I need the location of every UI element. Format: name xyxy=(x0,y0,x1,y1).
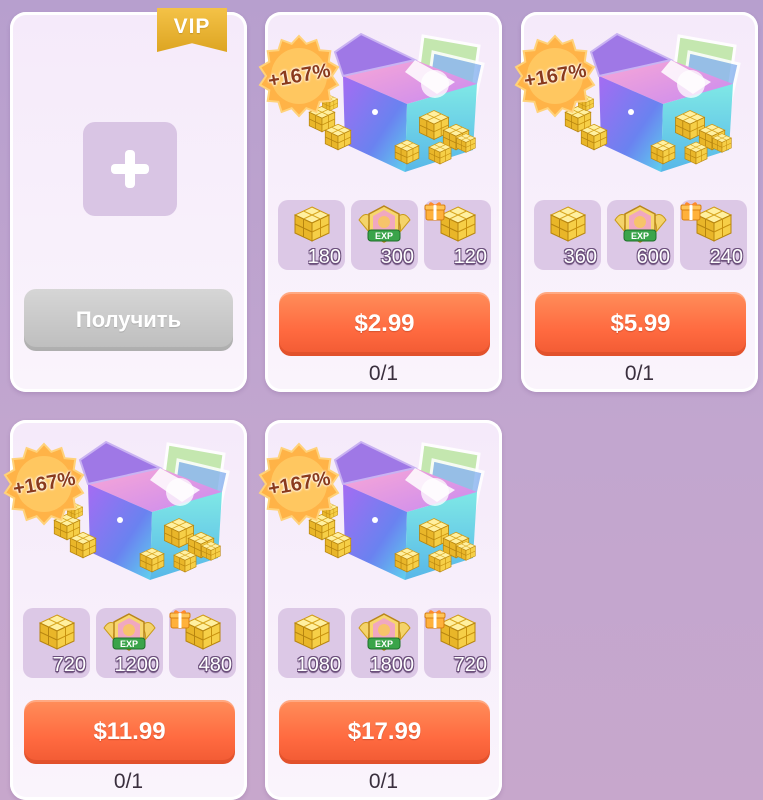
gift-icon xyxy=(680,202,702,221)
pack-card: +167% 180 EXP 300 120 $2.99 0/1 xyxy=(258,12,502,392)
reward-slot[interactable]: 240 xyxy=(680,200,747,270)
reward-slot[interactable]: 360 xyxy=(534,200,601,270)
reward-slot[interactable]: 720 xyxy=(23,608,90,678)
reward-count: 300 xyxy=(380,246,414,268)
svg-text:EXP: EXP xyxy=(631,231,649,241)
reward-count: 1200 xyxy=(114,654,160,676)
reward-count: 720 xyxy=(52,654,86,676)
reward-slot[interactable]: EXP 300 xyxy=(351,200,418,270)
reward-count: 240 xyxy=(709,246,743,268)
reward-slot[interactable]: 120 xyxy=(424,200,491,270)
purchase-limit: 0/1 xyxy=(113,770,144,793)
reward-slot[interactable]: EXP 1200 xyxy=(96,608,163,678)
reward-count: 1800 xyxy=(369,654,415,676)
purchase-limit: 0/1 xyxy=(368,362,399,385)
reward-count: 720 xyxy=(453,654,487,676)
pack-card: +167% 1080 EXP 1800 720 $17.99 0/1 xyxy=(258,420,502,800)
svg-text:EXP: EXP xyxy=(120,639,138,649)
buy-button[interactable]: $11.99 xyxy=(24,700,235,764)
bonus-badge: +167% xyxy=(513,34,597,118)
reward-count: 1080 xyxy=(296,654,342,676)
reward-slot[interactable]: 1080 xyxy=(278,608,345,678)
reward-count: 180 xyxy=(307,246,341,268)
buy-button[interactable]: $5.99 xyxy=(535,292,746,356)
gift-icon xyxy=(424,202,446,221)
reward-slot[interactable]: EXP 1800 xyxy=(351,608,418,678)
bonus-badge: +167% xyxy=(257,34,341,118)
bonus-badge: +167% xyxy=(257,442,341,526)
reward-count: 600 xyxy=(636,246,670,268)
reward-slot[interactable]: EXP 600 xyxy=(607,200,674,270)
svg-text:EXP: EXP xyxy=(375,231,393,241)
purchase-limit: 0/1 xyxy=(368,770,399,793)
reward-slot[interactable]: 720 xyxy=(424,608,491,678)
buy-button[interactable]: $17.99 xyxy=(279,700,490,764)
reward-count: 360 xyxy=(563,246,597,268)
reward-slot[interactable]: 480 xyxy=(169,608,236,678)
vip-badge: VIP xyxy=(157,8,227,52)
pack-card: +167% 720 EXP 1200 480 $11.99 0/1 xyxy=(3,420,247,800)
buy-button[interactable]: $2.99 xyxy=(279,292,490,356)
pack-card: +167% 360 EXP 600 240 $5.99 0/1 xyxy=(514,12,758,392)
add-slot-button[interactable] xyxy=(83,122,177,216)
vip-slot-card: VIP Получить xyxy=(10,8,247,392)
reward-count: 120 xyxy=(453,246,487,268)
gift-icon xyxy=(424,610,446,629)
reward-slot[interactable]: 180 xyxy=(278,200,345,270)
bonus-badge: +167% xyxy=(2,442,86,526)
reward-count: 480 xyxy=(198,654,232,676)
svg-text:EXP: EXP xyxy=(375,639,393,649)
purchase-limit: 0/1 xyxy=(624,362,655,385)
gift-icon xyxy=(169,610,191,629)
claim-button[interactable]: Получить xyxy=(24,289,233,351)
